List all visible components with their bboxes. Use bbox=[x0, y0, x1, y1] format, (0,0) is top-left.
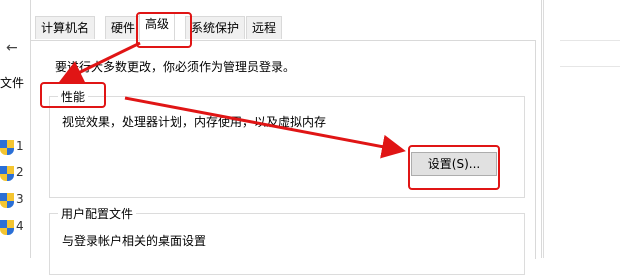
uac-shield-icon bbox=[0, 193, 14, 209]
background-link-label[interactable]: 3 bbox=[16, 192, 24, 206]
user-profiles-description: 与登录帐户相关的桌面设置 bbox=[62, 234, 207, 248]
background-explorer-window: ← 文件 1 2 3 4 bbox=[0, 0, 30, 258]
tab-bar: 计算机名 硬件 高级 系统保护 远程 bbox=[31, 12, 541, 41]
highlight-settings-button bbox=[408, 145, 500, 190]
background-divider bbox=[560, 40, 620, 41]
tab-computer-name[interactable]: 计算机名 bbox=[35, 16, 96, 39]
uac-shield-icon bbox=[0, 140, 14, 156]
file-menu-label[interactable]: 文件 bbox=[0, 74, 24, 91]
user-profiles-groupbox: 用户配置文件 与登录帐户相关的桌面设置 bbox=[49, 205, 525, 275]
background-divider bbox=[560, 66, 620, 67]
user-profiles-title: 用户配置文件 bbox=[58, 205, 137, 222]
admin-notice: 要进行大多数更改，你必须作为管理员登录。 bbox=[55, 60, 296, 74]
highlight-performance-title bbox=[40, 82, 106, 108]
back-arrow-icon[interactable]: ← bbox=[6, 40, 18, 56]
performance-description: 视觉效果，处理器计划，内存使用，以及虚拟内存 bbox=[62, 115, 327, 129]
background-link-label[interactable]: 4 bbox=[16, 219, 24, 233]
background-window-edge bbox=[543, 0, 544, 258]
system-properties-dialog: 计算机名 硬件 高级 系统保护 远程 要进行大多数更改，你必须作为管理员登录。 … bbox=[30, 0, 542, 275]
background-link-label[interactable]: 1 bbox=[16, 139, 24, 153]
tab-system-protection[interactable]: 系统保护 bbox=[185, 16, 246, 39]
tab-remote[interactable]: 远程 bbox=[246, 16, 283, 39]
highlight-advanced-tab bbox=[136, 12, 192, 48]
uac-shield-icon bbox=[0, 220, 14, 236]
background-link-label[interactable]: 2 bbox=[16, 165, 24, 179]
uac-shield-icon bbox=[0, 166, 14, 182]
